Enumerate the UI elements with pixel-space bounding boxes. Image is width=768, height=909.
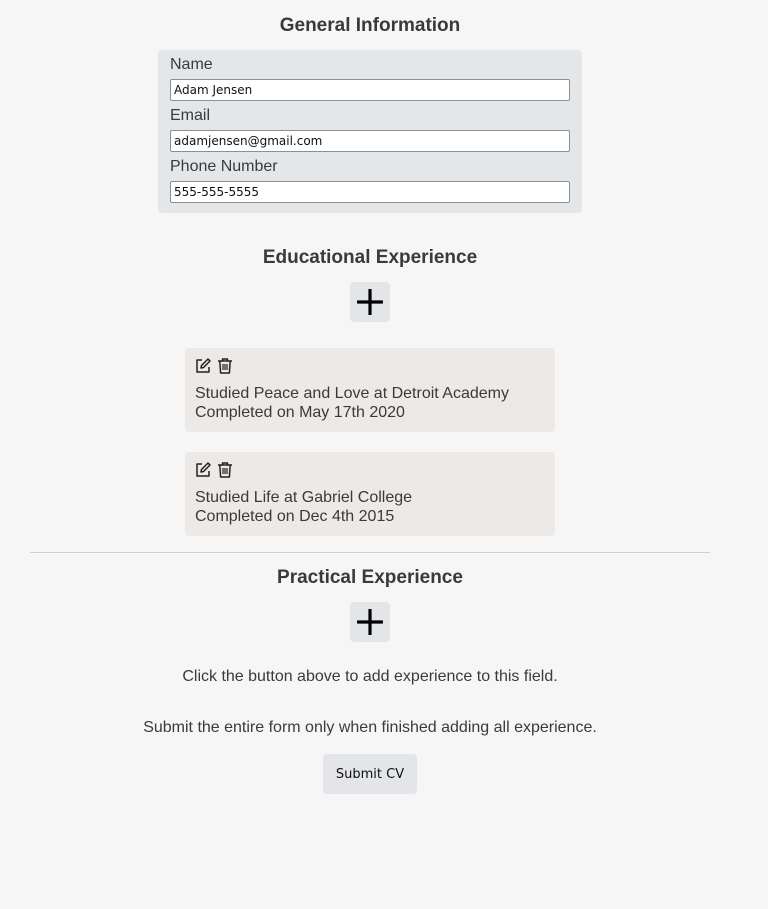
education-entry-school: Studied Life at Gabriel College	[195, 489, 413, 506]
plus-icon	[357, 289, 383, 315]
cv-builder-page: General Information Name Email Phone Num…	[0, 0, 768, 909]
submit-cv-button[interactable]: Submit CV	[323, 754, 417, 794]
name-label: Name	[170, 56, 213, 73]
education-entry: Studied Life at Gabriel College Complete…	[185, 452, 555, 536]
trash-icon	[218, 358, 232, 374]
general-info-form: Name Email Phone Number	[158, 50, 582, 213]
submit-note: Submit the entire form only when finishe…	[143, 719, 597, 736]
section-divider	[30, 552, 710, 553]
education-entry-date: Completed on May 17th 2020	[195, 404, 405, 421]
education-entry-date: Completed on Dec 4th 2015	[195, 508, 395, 525]
edit-icon	[196, 358, 211, 373]
delete-entry-button[interactable]	[216, 461, 234, 479]
phone-label: Phone Number	[170, 158, 278, 175]
practical-hint: Click the button above to add experience…	[182, 668, 558, 685]
plus-icon	[357, 609, 383, 635]
education-entry-school: Studied Peace and Love at Detroit Academ…	[195, 385, 509, 402]
delete-entry-button[interactable]	[216, 357, 234, 375]
add-practical-button[interactable]	[350, 602, 390, 642]
practical-heading: Practical Experience	[277, 567, 463, 588]
edit-icon	[196, 462, 211, 477]
add-education-button[interactable]	[350, 282, 390, 322]
email-input[interactable]	[170, 130, 570, 152]
email-label: Email	[170, 107, 211, 124]
phone-input[interactable]	[170, 181, 570, 203]
education-heading: Educational Experience	[262, 247, 478, 268]
education-entry: Studied Peace and Love at Detroit Academ…	[185, 348, 555, 432]
general-info-heading: General Information	[279, 15, 461, 36]
trash-icon	[218, 462, 232, 478]
name-input[interactable]	[170, 79, 570, 101]
edit-entry-button[interactable]	[194, 461, 212, 479]
edit-entry-button[interactable]	[194, 357, 212, 375]
